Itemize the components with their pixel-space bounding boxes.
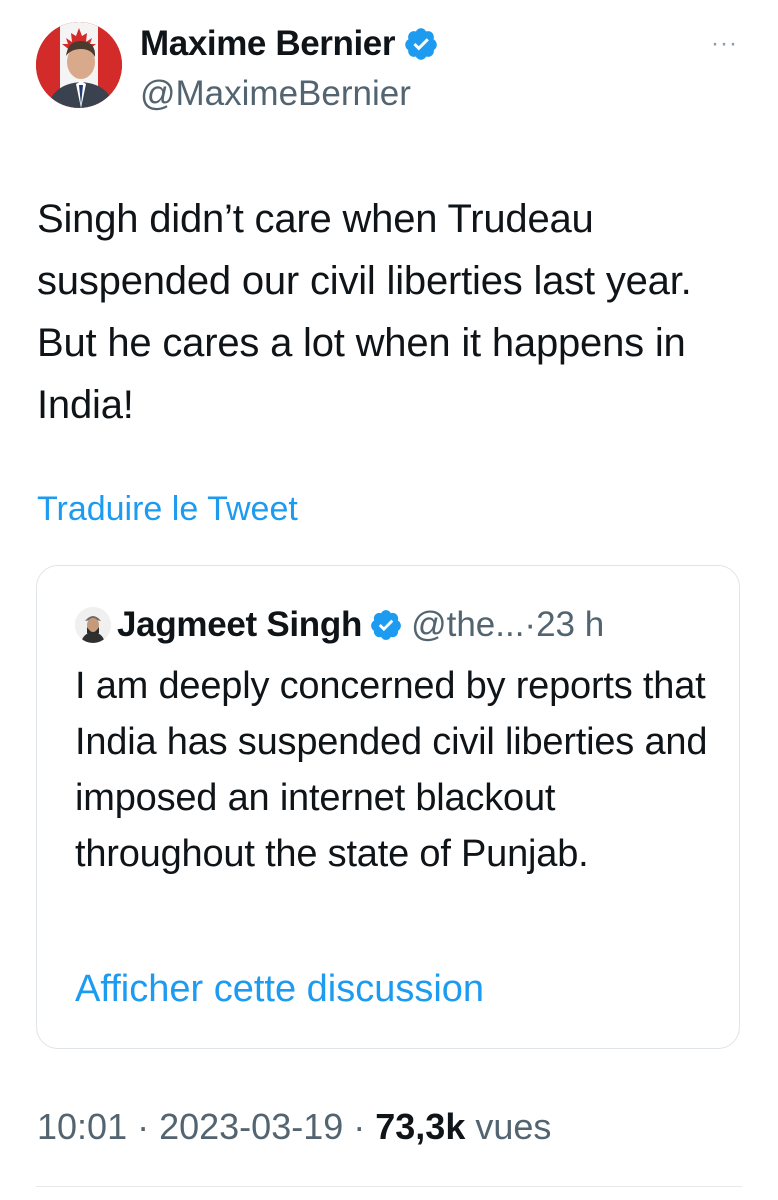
- tweet-header: Maxime Bernier @MaximeBernier ···: [36, 22, 746, 114]
- show-thread-link[interactable]: Afficher cette discussion: [75, 968, 484, 1011]
- author-name-row: Maxime Bernier: [140, 22, 439, 66]
- translate-tweet-link[interactable]: Traduire le Tweet: [37, 490, 298, 529]
- tweet-time[interactable]: 10:01: [37, 1106, 127, 1147]
- quoted-tweet-text: I am deeply concerned by reports that In…: [75, 665, 708, 875]
- quoted-author-handle[interactable]: @the...: [411, 605, 524, 645]
- quoted-author-name[interactable]: Jagmeet Singh: [117, 605, 362, 645]
- tweet-detail-page: Maxime Bernier @MaximeBernier ··· Singh …: [0, 0, 778, 1200]
- quoted-tweet-header: Jagmeet Singh @the... · 23 h: [75, 604, 604, 646]
- author-handle[interactable]: @MaximeBernier: [140, 74, 411, 114]
- views-count: 73,3k: [375, 1106, 466, 1147]
- quoted-author-avatar[interactable]: [75, 607, 111, 643]
- author-avatar[interactable]: [36, 22, 122, 108]
- divider: [36, 1186, 742, 1187]
- verified-badge-icon: [369, 608, 403, 642]
- separator-dot: ·: [524, 605, 537, 644]
- tweet-meta: 10:01 · 2023-03-19 · 73,3k vues: [37, 1106, 551, 1148]
- quoted-tweet-card[interactable]: Jagmeet Singh @the... · 23 h I am deeply…: [36, 565, 740, 1049]
- tweet-text: Singh didn’t care when Trudeau suspended…: [37, 197, 692, 427]
- author-name[interactable]: Maxime Bernier: [140, 24, 395, 64]
- separator-dot: ·: [343, 1106, 376, 1147]
- verified-badge-icon: [403, 26, 439, 62]
- quoted-tweet-time[interactable]: 23 h: [536, 605, 604, 645]
- views-label: vues: [465, 1106, 552, 1147]
- tweet-date[interactable]: 2023-03-19: [159, 1106, 343, 1147]
- more-options-icon[interactable]: ···: [711, 32, 738, 56]
- separator-dot: ·: [127, 1106, 160, 1147]
